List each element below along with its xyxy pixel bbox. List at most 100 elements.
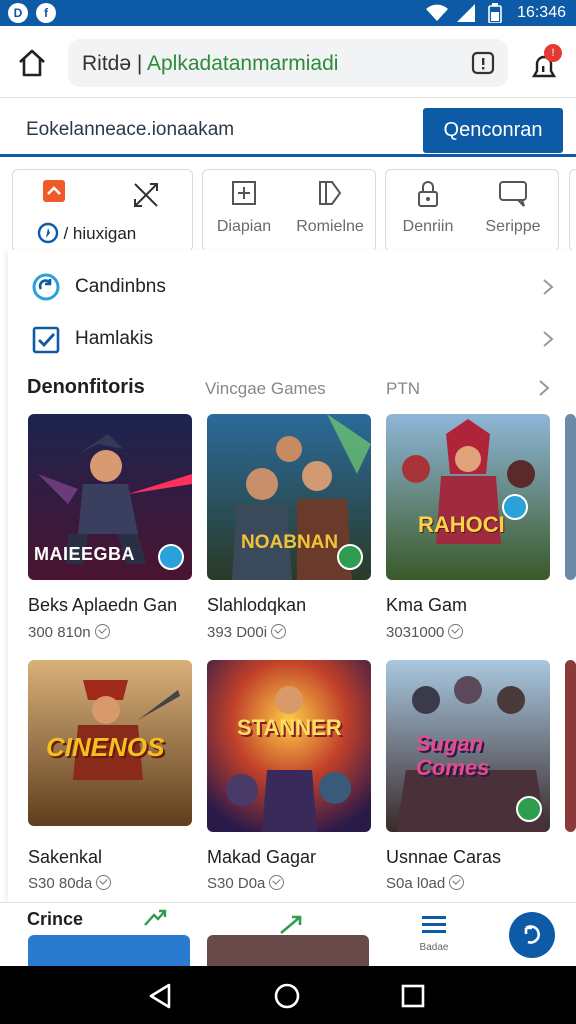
menu-button[interactable]: Badae [412, 913, 456, 953]
bottom-game-thumb-1[interactable] [28, 935, 190, 966]
game-title[interactable]: Slahlodqkan [207, 595, 306, 616]
address-bar[interactable]: Ritdə | Aplkadatanmarmiadi [68, 39, 508, 87]
game-title[interactable]: Sakenkal [28, 847, 102, 868]
category-card-4-partial[interactable] [569, 169, 576, 252]
game-tile-8-partial[interactable] [565, 660, 576, 832]
check-circle-icon [269, 875, 285, 890]
arrow-up-icon [43, 180, 65, 202]
game-artwork [386, 414, 550, 580]
game-banner-text: NOABNAN [241, 532, 339, 553]
checkbox-icon [32, 326, 60, 354]
browser-toolbar: Ritdə | Aplkadatanmarmiadi ! [0, 26, 576, 98]
game-tile-7[interactable]: Sugan Comes [386, 660, 550, 832]
check-circle-icon [96, 875, 112, 890]
growth-arrow-icon[interactable] [278, 913, 304, 937]
verified-badge-icon [516, 796, 542, 822]
game-meta-text: 3031000 [386, 624, 445, 641]
game-meta: 393 D00i [207, 624, 287, 641]
game-title[interactable]: Beks Aplaedn Gan [28, 595, 177, 616]
game-tile-5[interactable]: CINENOS [28, 660, 192, 826]
game-tile-1[interactable]: MAIEEGBA [28, 414, 192, 580]
category-card-3: Denriin Serippe [385, 169, 559, 252]
category-card-2: Diapian Romielne [202, 169, 376, 252]
trend-arrow-icon[interactable] [142, 907, 168, 929]
plus-frame-icon [232, 181, 256, 205]
wifi-icon [426, 4, 448, 21]
menu-label: Candinbns [75, 276, 166, 297]
menu-button-label: Badae [419, 942, 449, 953]
menu-label: Hamlakis [75, 328, 154, 349]
category-sub-label[interactable]: / hiuxigan [37, 222, 136, 244]
facebook-notification-icon: f [36, 3, 56, 23]
chevron-right-icon[interactable] [538, 379, 550, 397]
game-meta: 3031000 [386, 624, 464, 641]
game-artwork [207, 660, 371, 832]
tabs-switcher-icon[interactable] [470, 50, 496, 76]
category-label-1: / hiuxigan [63, 224, 137, 243]
bottom-game-thumb-2[interactable] [207, 935, 369, 966]
game-banner-text: CINENOS [46, 732, 165, 762]
signal-icon [457, 4, 475, 22]
fab-button[interactable] [509, 912, 555, 958]
game-tile-2[interactable]: NOABNAN [207, 414, 371, 580]
notifications-button[interactable]: ! [526, 44, 566, 82]
verified-badge-icon [502, 494, 528, 520]
verified-badge-icon [158, 544, 184, 570]
game-meta: S30 80da [28, 875, 112, 892]
crossed-arrows-icon [134, 183, 158, 207]
game-meta-text: 300 810n [28, 624, 91, 641]
category-label-4: Denriin [402, 218, 454, 235]
game-title[interactable]: Kma Gam [386, 595, 467, 616]
category-item-diapian[interactable]: Diapian [199, 180, 289, 250]
app-screen: D f 16:346 Ritdə | Aplkadatanmarmiadi ! … [0, 0, 576, 1024]
check-circle-icon [271, 624, 287, 639]
site-header: Eokelanneace.ionaakam Qenconran [0, 99, 576, 157]
site-title: Eokelanneace.ionaakam [26, 119, 235, 140]
check-circle-icon [449, 875, 465, 890]
menu-item-candinbns[interactable]: Candinbns [8, 262, 576, 312]
game-tile-6[interactable]: STANNER [207, 660, 371, 832]
game-title[interactable]: Usnnae Caras [386, 847, 501, 868]
game-banner-text: MAIEEGBA [34, 544, 136, 564]
game-meta: S0a l0ad [386, 875, 465, 892]
category-label-2: Diapian [216, 218, 272, 235]
chevron-right-icon [543, 331, 554, 347]
check-circle-icon [448, 624, 464, 639]
clock-time: 16:346 [517, 4, 566, 21]
check-circle-icon [94, 624, 110, 639]
status-bar: D f 16:346 [0, 0, 576, 26]
game-tile-4-partial[interactable] [565, 414, 576, 580]
game-meta: 300 810n [28, 624, 110, 641]
category-item-romielne[interactable]: Romielne [285, 180, 375, 250]
game-meta-text: S0a l0ad [386, 875, 446, 892]
game-title[interactable]: Makad Gagar [207, 847, 316, 868]
game-tile-3[interactable]: RAHOCI [386, 414, 550, 580]
refresh-arrow-icon [524, 925, 540, 944]
section-title: Denonfitoris [27, 376, 145, 398]
verified-badge-icon [337, 544, 363, 570]
cta-button[interactable]: Qenconran [423, 108, 563, 153]
menu-item-hamlakis[interactable]: Hamlakis [8, 314, 576, 364]
home-button[interactable] [14, 46, 50, 80]
category-item-serippe[interactable]: Serippe [468, 180, 558, 250]
recents-icon[interactable] [401, 984, 425, 1008]
section-link-vintage-games[interactable]: Vincgae Games [205, 379, 326, 399]
url-highlight: Aplkadatanmarmiadi [147, 52, 339, 75]
play-page-icon [319, 181, 342, 205]
url-text: Ritdə | Aplkadatanmarmiadi [82, 52, 338, 76]
notification-badge: ! [544, 44, 562, 62]
category-label-3: Romielne [296, 218, 364, 235]
home-icon [19, 49, 45, 77]
home-circle-icon[interactable] [273, 982, 301, 1010]
battery-icon [488, 3, 502, 23]
section-link-ptn[interactable]: PTN [386, 379, 420, 399]
chat-icon [499, 181, 527, 207]
url-prefix: Ritdə | [82, 52, 147, 75]
back-icon[interactable] [147, 982, 173, 1010]
chevron-right-icon [543, 279, 554, 295]
game-meta-text: S30 80da [28, 875, 93, 892]
category-item-denriin[interactable]: Denriin [383, 180, 473, 250]
game-meta-text: 393 D00i [207, 624, 268, 641]
hamburger-menu-icon [422, 916, 446, 933]
bottom-section-label: Crince [27, 909, 84, 929]
